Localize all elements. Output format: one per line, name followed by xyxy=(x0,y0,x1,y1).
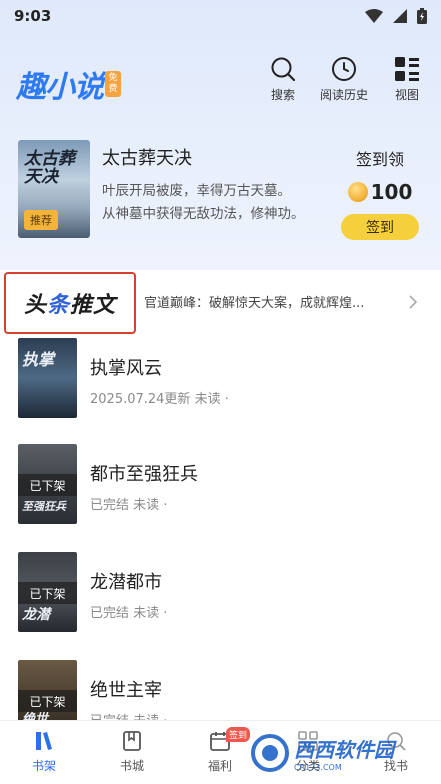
view-label: 视图 xyxy=(394,88,419,102)
featured-book-card[interactable]: 太古葬天决 推荐 太古葬天决 叶辰开局被废，幸得万古天墓。 从神墓中获得无敌功法… xyxy=(18,140,428,240)
featured-book-cover[interactable]: 太古葬天决 推荐 xyxy=(18,140,90,238)
featured-book-description: 叶辰开局被废，幸得万古天墓。 从神墓中获得无敌功法，修神功。 xyxy=(102,180,328,226)
checkin-title: 签到领 xyxy=(355,150,404,169)
logo-text: 趣小说 xyxy=(16,70,104,105)
book-list-item[interactable]: 执掌 执掌风云 2025.07.24更新 未读 · xyxy=(0,338,441,438)
status-icons xyxy=(365,8,427,24)
headline-badge-part-3: 推文 xyxy=(70,293,117,318)
book-cover-text: 执掌 xyxy=(22,350,55,369)
watermark-subtext: CR173.COM xyxy=(294,763,342,772)
nav-bookstore[interactable]: 书城 xyxy=(102,729,162,774)
book-title[interactable]: 龙潜都市 xyxy=(90,568,162,594)
off-shelf-badge: 已下架 xyxy=(18,690,77,712)
app-header: 趣小说 免费 搜索 阅读历史 视图 xyxy=(0,48,441,110)
book-title[interactable]: 执掌风云 xyxy=(90,354,162,380)
nav-welfare[interactable]: 签到 福利 xyxy=(190,727,250,774)
headline-badge: 头条推文 xyxy=(4,272,136,334)
book-icon xyxy=(123,731,141,751)
off-shelf-badge: 已下架 xyxy=(18,582,77,604)
chevron-right-icon[interactable] xyxy=(408,294,418,310)
nav-welfare-label: 福利 xyxy=(207,759,232,773)
book-cover[interactable]: 至强狂兵 已下架 xyxy=(18,444,77,524)
view-toggle-button[interactable]: 视图 xyxy=(394,56,420,103)
clock-icon xyxy=(332,57,356,81)
wifi-icon xyxy=(365,9,383,23)
watermark-logo-icon xyxy=(251,734,289,772)
coin-icon xyxy=(347,182,368,202)
checkin-panel: 签到领 100 签到 xyxy=(340,146,420,240)
logo-free-badge: 免费 xyxy=(105,71,121,97)
book-cover-text: 龙潜 xyxy=(22,607,50,623)
nav-bookshelf-label: 书架 xyxy=(31,759,56,773)
nav-bookstore-label: 书城 xyxy=(119,759,144,773)
book-title[interactable]: 绝世主宰 xyxy=(90,676,162,702)
welfare-checkin-badge: 签到 xyxy=(226,727,250,742)
reading-history-button[interactable]: 阅读历史 xyxy=(320,56,368,103)
search-label: 搜索 xyxy=(270,88,295,102)
featured-desc-line-2: 从神墓中获得无敌功法，修神功。 xyxy=(102,206,305,222)
book-cover-text: 至强狂兵 xyxy=(22,500,66,513)
book-meta: 已完结 未读 · xyxy=(90,606,168,621)
watermark-text: 西西软件园 xyxy=(294,738,394,762)
book-title[interactable]: 都市至强狂兵 xyxy=(90,460,198,486)
headline-badge-part-1: 头 xyxy=(23,293,47,318)
book-list-item[interactable]: 至强狂兵 已下架 都市至强狂兵 已完结 未读 · xyxy=(0,444,441,544)
grid-view-icon xyxy=(395,57,419,81)
featured-desc-line-1: 叶辰开局被废，幸得万古天墓。 xyxy=(102,183,291,199)
book-cover[interactable]: 龙潜 已下架 xyxy=(18,552,77,632)
book-meta: 2025.07.24更新 未读 · xyxy=(90,392,229,407)
headline-text[interactable]: 官道巅峰：破解惊天大案，成就辉煌... xyxy=(144,292,380,311)
off-shelf-badge: 已下架 xyxy=(18,474,77,496)
headline-banner[interactable]: 头条推文 官道巅峰：破解惊天大案，成就辉煌... xyxy=(0,272,441,334)
checkin-coin-amount: 100 xyxy=(370,180,413,204)
battery-icon xyxy=(417,8,427,24)
signal-icon xyxy=(393,9,407,23)
app-logo: 趣小说 免费 xyxy=(16,62,121,106)
book-meta: 已完结 未读 · xyxy=(90,498,168,513)
checkin-button[interactable]: 签到 xyxy=(341,214,419,240)
book-cover[interactable]: 执掌 xyxy=(18,338,77,418)
book-list-item[interactable]: 龙潜 已下架 龙潜都市 已完结 未读 · xyxy=(0,552,441,652)
featured-book-title[interactable]: 太古葬天决 xyxy=(102,144,192,170)
search-button[interactable]: 搜索 xyxy=(270,56,296,103)
recommend-tag: 推荐 xyxy=(24,210,58,230)
headline-badge-part-2: 条 xyxy=(46,293,70,318)
checkin-coins: 100 xyxy=(347,180,413,204)
featured-cover-title: 太古葬天决 xyxy=(24,149,75,187)
site-watermark: 西西软件园 CR173.COM xyxy=(250,728,436,778)
search-icon xyxy=(271,57,296,82)
status-bar: 9:03 xyxy=(0,0,441,32)
bookshelf-icon xyxy=(36,732,52,750)
nav-bookshelf[interactable]: 书架 xyxy=(14,729,74,774)
history-label: 阅读历史 xyxy=(320,88,369,102)
status-time: 9:03 xyxy=(14,7,52,25)
